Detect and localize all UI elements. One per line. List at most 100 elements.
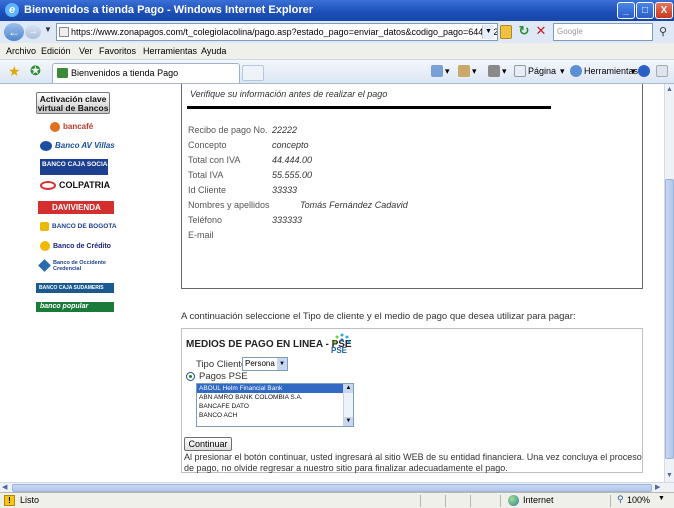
bank-listbox[interactable]: ABOUL Helm Financial Bank ABN AMRO BANK … [196,383,354,427]
help-icon[interactable] [638,65,650,77]
page-icon [59,27,69,37]
window-title: Bienvenidos a tienda Pago - Windows Inte… [24,4,314,16]
status-divider [445,495,446,507]
tipo-cliente-value: Persona [245,359,275,368]
bank-option[interactable]: BANCO ACH [197,411,353,420]
bank-sidebar: Activación clave virtual de Bancos banca… [0,84,150,482]
stop-icon[interactable]: ✕ [534,24,548,38]
menu-edicion[interactable]: Edición [41,46,71,56]
horizontal-scrollbar[interactable]: ◀ ▶ [0,482,674,492]
colpatria-icon [40,181,56,191]
continuar-button[interactable]: Continuar [184,437,232,451]
row-nombres: Nombres y apellidos Tomás Fernández Cadav… [188,200,408,210]
pagos-pse-radio[interactable] [186,372,195,381]
search-input[interactable]: Google [553,23,653,41]
minimize-button[interactable]: _ [617,2,635,19]
bank-logo-occidente[interactable]: Banco de Occidente Credencial [38,259,120,272]
chevron-down-icon[interactable]: ▼ [277,358,287,370]
address-dropdown-icon[interactable]: ▼ [482,25,494,39]
address-input[interactable]: https://www.zonapagos.com/t_colegiolacol… [56,23,498,41]
refresh-icon[interactable]: ↻ [517,24,531,38]
activar-clave-button[interactable]: Activación clave virtual de Bancos [36,92,110,114]
bank-option[interactable]: BANCAFE DATO [197,402,353,411]
zoom-dropdown-icon[interactable]: ▼ [658,495,665,502]
row-total-con-iva: Total con IVA 44.444.00 [188,155,313,165]
hscroll-thumb[interactable] [12,484,652,492]
warning-icon: ! [4,495,15,506]
new-tab-button[interactable] [242,65,264,81]
bank-logo-davivienda[interactable]: DAVIVIENDA [38,201,114,214]
menu-bar: Archivo Edición Ver Favoritos Herramient… [0,43,674,60]
menu-favoritos[interactable]: Favoritos [99,46,136,56]
search-icon[interactable]: ⚲ [655,24,671,40]
feeds-icon[interactable] [458,65,470,77]
menu-ayuda[interactable]: Ayuda [201,46,226,56]
globe-icon [508,495,519,506]
lock-icon[interactable] [500,25,512,39]
page-menu-dropdown-icon[interactable]: ▾ [560,66,565,77]
bank-logo-bogota[interactable]: BANCO DE BOGOTA [40,222,117,231]
tools-menu[interactable]: Herramientas [584,66,638,76]
forward-button[interactable]: → [25,25,41,39]
bank-option[interactable]: ABN AMRO BANK COLOMBIA S.A. [197,393,353,402]
scroll-up-icon[interactable]: ▲ [665,84,674,96]
bank-logo-popular[interactable]: banco popular [36,302,114,312]
bank-logo-avvillas[interactable]: Banco AV Villas [40,141,115,151]
payment-intro: A continuación seleccione el Tipo de cli… [181,311,576,322]
research-icon[interactable] [656,65,668,77]
occidente-icon [38,259,51,272]
maximize-button[interactable]: □ [636,2,654,19]
feeds-dropdown-icon[interactable]: ▾ [472,66,477,77]
row-recibo: Recibo de pago No. 22222 [188,125,298,135]
bank-option[interactable]: ABOUL Helm Financial Bank [197,384,353,393]
back-button[interactable]: ← [4,23,24,41]
zoom-level[interactable]: 100% [627,495,650,505]
credito-icon [40,241,50,251]
tab-page-icon [57,68,68,78]
zoom-icon[interactable]: ⚲ [617,494,624,505]
scroll-down-icon[interactable]: ▼ [665,470,674,482]
close-button[interactable]: X [655,2,673,19]
print-icon[interactable] [488,65,500,77]
tools-dropdown-icon[interactable]: ▾ [631,66,636,77]
address-url: https://www.zonapagos.com/t_colegiolacol… [71,27,498,37]
bogota-icon [40,222,49,231]
favorites-star-icon[interactable]: ★ [8,64,21,78]
pagos-pse-label: Pagos PSE [199,371,248,382]
tab-label: Bienvenidos a tienda Pago [71,68,179,78]
bank-logo-sudameris[interactable]: BANCO CAJA SUDAMERIS [36,283,114,293]
home-dropdown-icon[interactable]: ▾ [445,66,450,77]
verification-note: Verifique su información antes de realiz… [190,89,388,99]
page-menu[interactable]: Página [528,66,556,76]
tipo-cliente-select[interactable]: Persona ▼ [242,357,288,371]
address-bar-row: ← → ▼ https://www.zonapagos.com/t_colegi… [0,21,674,43]
scroll-down-icon[interactable]: ▼ [344,417,353,426]
bank-logo-bancafe[interactable]: bancafé [50,122,93,132]
menu-herramientas[interactable]: Herramientas [143,46,197,56]
pse-panel: MEDIOS DE PAGO EN LINEA - PSE PSE Tipo C… [181,328,643,473]
add-favorite-icon[interactable]: ✪ [30,64,41,78]
pse-title: MEDIOS DE PAGO EN LINEA - PSE [186,339,352,350]
bancafe-icon [50,122,60,132]
vertical-scrollbar[interactable]: ▲ ▼ [664,84,674,482]
status-text: Listo [20,495,40,505]
menu-archivo[interactable]: Archivo [6,46,36,56]
page-content: Activación clave virtual de Bancos banca… [0,84,664,482]
home-icon[interactable] [431,65,443,77]
row-concepto: Concepto concepto [188,140,309,150]
security-zone: Internet [523,495,554,505]
row-telefono: Teléfono 333333 [188,215,303,225]
scroll-thumb[interactable] [665,179,674,459]
print-dropdown-icon[interactable]: ▾ [502,66,507,77]
status-divider [470,495,471,507]
history-dropdown-icon[interactable]: ▼ [44,25,52,34]
bank-logo-colpatria[interactable]: COLPATRIA [40,180,110,191]
listbox-scrollbar[interactable]: ▲ ▼ [343,384,353,426]
menu-ver[interactable]: Ver [79,46,93,56]
tab-bienvenidos[interactable]: Bienvenidos a tienda Pago [52,63,240,83]
scroll-up-icon[interactable]: ▲ [344,384,353,393]
page-menu-icon [514,65,526,77]
bank-logo-credito[interactable]: Banco de Crédito [40,241,111,251]
bank-logo-caja-social[interactable]: BANCO CAJA SOCIAL [40,159,111,175]
status-bar: ! Listo Internet ⚲ 100% ▼ [0,492,674,508]
